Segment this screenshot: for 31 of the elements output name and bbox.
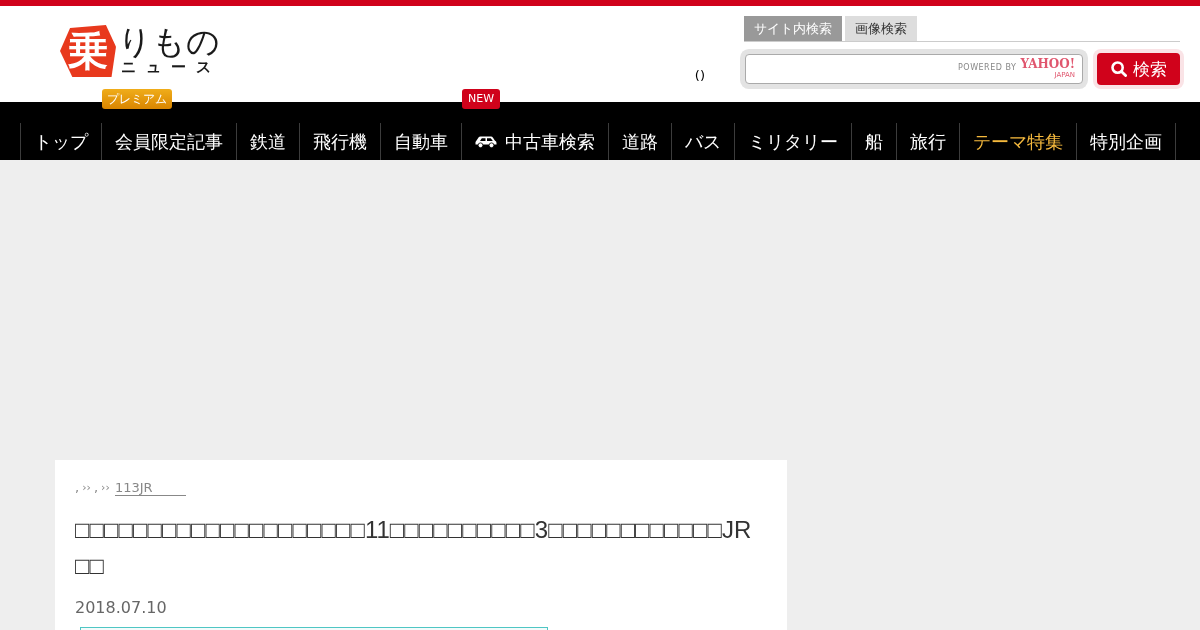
nav-link[interactable]: 会員限定記事 [102,123,236,160]
provider-wordmark: YAHOO! [1020,58,1075,71]
breadcrumb-link[interactable]: , [93,480,99,496]
breadcrumb-link[interactable]: 113JR [114,480,186,496]
article-date: 2018.07.10 [75,598,168,618]
nav-link[interactable]: トップ [21,123,101,160]
nav-link[interactable]: テーマ特集 [960,123,1076,160]
nav-link[interactable]: 飛行機 [300,123,380,160]
premium-badge: プレミアム [102,89,172,109]
logo-emblem[interactable]: 乗 [60,25,116,77]
breadcrumb-link[interactable]: , [75,480,80,496]
status-text: () [694,68,705,84]
nav-link[interactable]: 自動車 [381,123,461,160]
logo-wordmark[interactable]: りもの [118,25,221,59]
nav-link[interactable]: ミリタリー [735,123,851,160]
logo-subtitle[interactable]: ニュース [121,59,221,76]
search-tab[interactable]: 画像検索 [845,16,917,41]
breadcrumb-separator: ›› [82,480,91,496]
powered-by-label: POWERED BY [958,63,1017,73]
new-badge: NEW [462,89,501,109]
nav-link[interactable]: 道路 [609,123,671,160]
article-title: □□□□□□□□□□□□□□□□□□□□11□□□□□□□□□□3□□□□□□□□□□□□JR□□ [75,515,753,581]
car-icon [475,135,497,148]
nav-link[interactable]: バス [672,123,734,160]
nav-link[interactable]: 旅行 [897,123,959,160]
nav-link[interactable]: 中古車検索 [462,123,608,160]
nav-link[interactable]: 特別企画 [1077,123,1175,160]
breadcrumb-separator: ›› [101,480,110,496]
nav-link[interactable]: 鉄道 [237,123,299,160]
nav-link[interactable]: 船 [852,123,896,160]
search-icon [1110,61,1127,77]
